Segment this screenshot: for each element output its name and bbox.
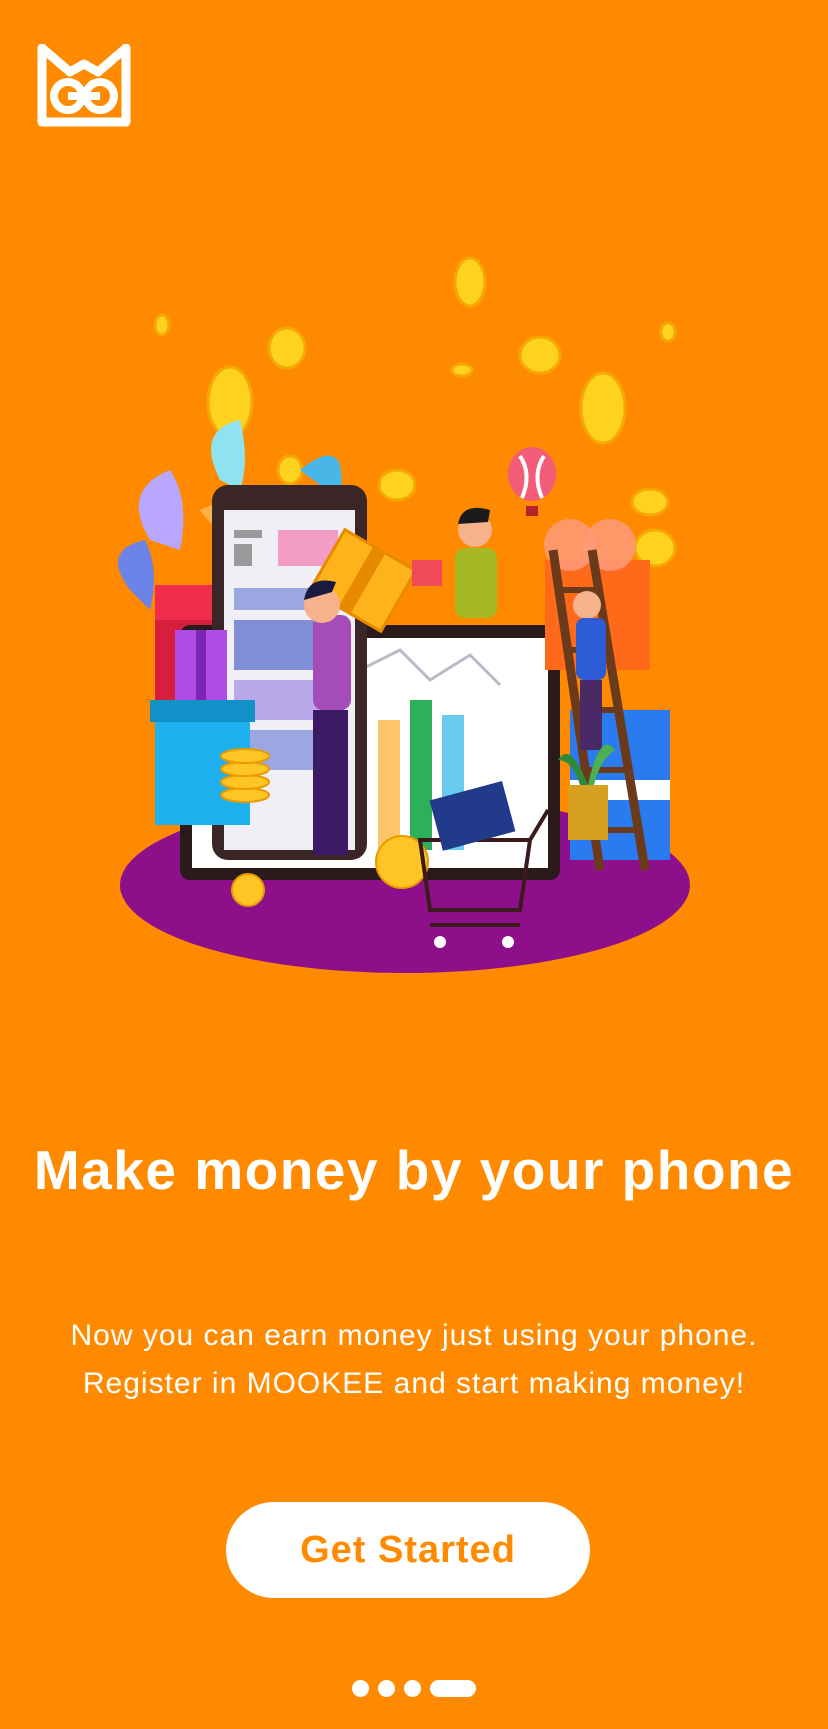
get-started-button[interactable]: Get Started <box>226 1502 590 1598</box>
description-text: Now you can earn money just using your p… <box>40 1312 788 1408</box>
page-title: Make money by your phone <box>33 1139 795 1201</box>
page-dot-4-active[interactable] <box>430 1680 476 1697</box>
description-line-1: Now you can earn money just using your p… <box>70 1319 758 1352</box>
page-dot-2[interactable] <box>378 1680 395 1697</box>
description-line-2: Register in MOOKEE and start making mone… <box>82 1367 746 1400</box>
money-phone-illustration <box>100 230 740 980</box>
page-dot-3[interactable] <box>404 1680 421 1697</box>
page-dot-1[interactable] <box>352 1680 369 1697</box>
page-indicator <box>0 1680 828 1697</box>
mookee-logo-icon <box>36 43 132 128</box>
